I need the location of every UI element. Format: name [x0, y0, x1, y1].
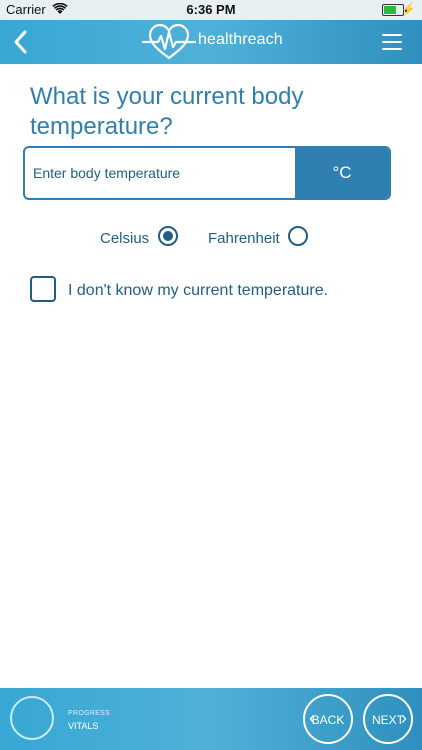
question-title: What is your current body temperature?	[30, 83, 304, 140]
unit-radio-group: Celsius Fahrenheit	[0, 224, 422, 252]
dont-know-row[interactable]: I don't know my current temperature.	[30, 274, 390, 304]
charging-icon: ⚡	[401, 2, 416, 16]
dont-know-label: I don't know my current temperature.	[68, 282, 329, 299]
status-bar: Carrier 6:36 PM ⚡	[0, 0, 422, 20]
fahrenheit-option[interactable]: Fahrenheit	[208, 224, 314, 252]
back-button[interactable]: ‹ BACK	[303, 694, 353, 744]
back-button-label: BACK	[311, 713, 345, 727]
temperature-input-group: °C	[23, 146, 391, 200]
footer-bar: PROGRESS VITALS ‹ BACK NEXT ›	[0, 688, 422, 750]
radio-selected-dot	[163, 231, 173, 241]
next-button[interactable]: NEXT ›	[363, 694, 413, 744]
back-chevron-icon[interactable]	[8, 26, 34, 58]
hamburger-menu-icon[interactable]	[382, 31, 404, 53]
navigation-bar: healthreach	[0, 20, 422, 64]
fahrenheit-label: Fahrenheit	[208, 230, 280, 247]
temperature-unit-label: °C	[295, 148, 389, 198]
progress-section-label: VITALS	[68, 721, 99, 731]
status-time: 6:36 PM	[186, 2, 236, 17]
dont-know-checkbox[interactable]	[30, 276, 56, 302]
chevron-right-icon: ›	[401, 708, 407, 728]
celsius-option[interactable]: Celsius	[100, 224, 180, 252]
progress-ring	[10, 696, 54, 740]
celsius-label: Celsius	[100, 230, 150, 247]
fahrenheit-radio[interactable]	[288, 226, 308, 246]
celsius-radio[interactable]	[158, 226, 178, 246]
temperature-input[interactable]	[25, 148, 301, 198]
progress-caption: PROGRESS	[68, 710, 111, 717]
brand-name: healthreach	[198, 31, 283, 48]
heart-pulse-logo-icon	[142, 23, 196, 60]
